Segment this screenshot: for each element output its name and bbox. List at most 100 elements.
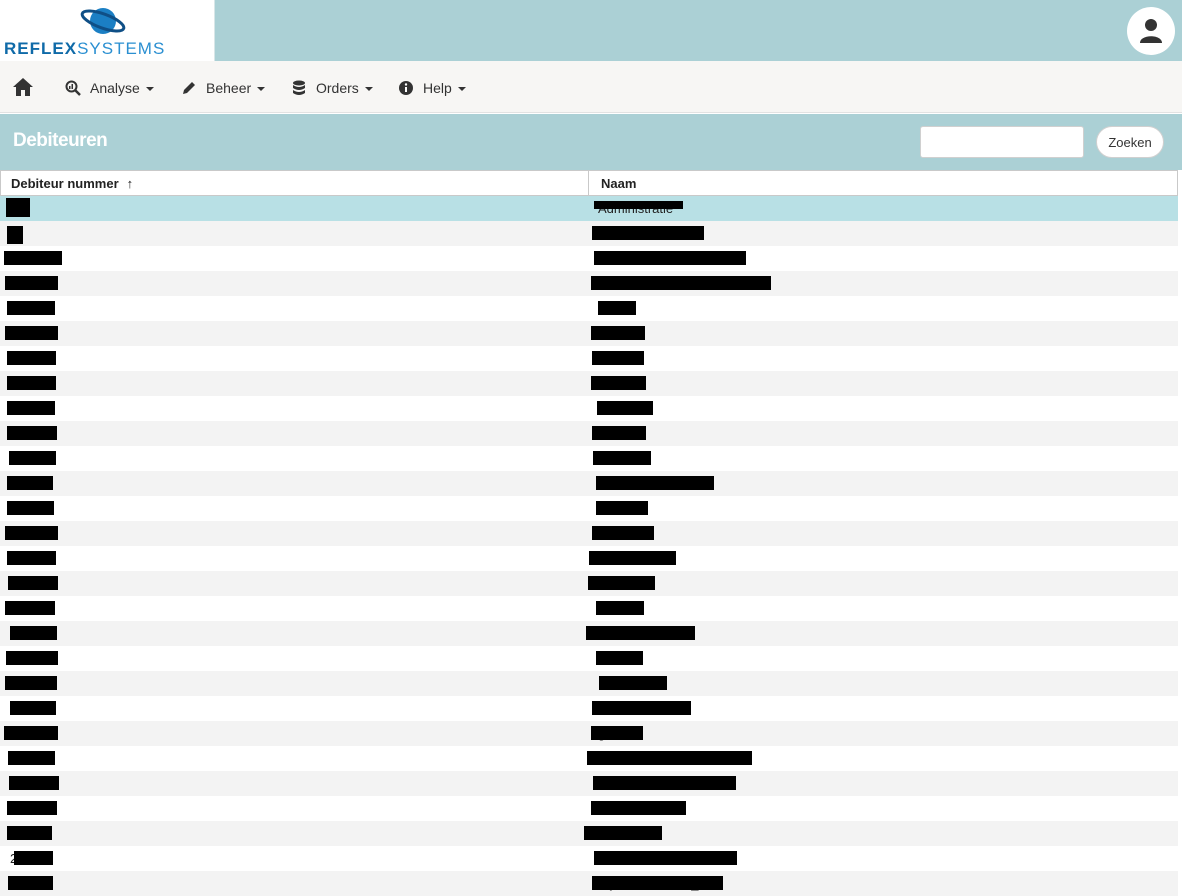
redaction-box <box>598 301 636 315</box>
redaction-box <box>584 826 662 840</box>
table-row[interactable] <box>0 596 1178 621</box>
cell-debiteur-nummer: 27.107 <box>0 746 588 771</box>
page-title: Debiteuren <box>13 130 108 151</box>
table-row[interactable] <box>0 346 1178 371</box>
cell-naam <box>588 321 1178 346</box>
nav-help-label: Help <box>423 80 452 96</box>
cell-debiteur-nummer <box>0 496 588 521</box>
redaction-box <box>594 851 737 865</box>
table-row[interactable]: 27.000 <box>0 371 1178 396</box>
table-row[interactable]: hans12 <box>0 446 1178 471</box>
chevron-down-icon <box>364 87 373 91</box>
cell-debiteur-nummer <box>0 621 588 646</box>
table-header: Debiteur nummer ↑ Naam <box>0 170 1178 196</box>
cell-naam <box>588 696 1178 721</box>
cell-debiteur-nummer <box>0 471 588 496</box>
database-icon <box>290 79 308 97</box>
table-row[interactable]: 27.110 <box>0 821 1178 846</box>
cell-naam: hans14 <box>588 496 1178 521</box>
cell-naam <box>588 296 1178 321</box>
redaction-box <box>7 551 56 565</box>
table-row[interactable] <box>0 621 1178 646</box>
redaction-box <box>7 351 56 365</box>
cell-debiteur-nummer <box>0 321 588 346</box>
redaction-box <box>591 326 645 340</box>
nav-analyse[interactable]: Analyse <box>64 77 154 99</box>
table-row[interactable]: 2 <box>0 846 1178 871</box>
table-row[interactable]: 27.107 <box>0 746 1178 771</box>
cell-debiteur-nummer <box>0 221 588 246</box>
column-header-naam[interactable]: Naam <box>589 171 636 195</box>
cell-debiteur-nummer <box>0 296 588 321</box>
redaction-box <box>587 751 752 765</box>
column-header-debiteur-nummer[interactable]: Debiteur nummer ↑ <box>1 171 589 195</box>
nav-help[interactable]: Help <box>397 77 466 99</box>
redaction-box <box>593 451 651 465</box>
table-row[interactable] <box>0 546 1178 571</box>
redaction-box <box>6 651 58 665</box>
table-row[interactable]: 27.102geordi <box>0 721 1178 746</box>
chevron-down-icon <box>257 87 266 91</box>
table-row[interactable]: hans14 <box>0 496 1178 521</box>
redaction-box <box>7 501 54 515</box>
search-button[interactable]: Zoeken <box>1096 126 1164 158</box>
table-row[interactable] <box>0 671 1178 696</box>
redaction-box <box>9 451 56 465</box>
table-row[interactable]: Administratie <box>0 196 1178 221</box>
user-avatar-button[interactable] <box>1127 7 1175 55</box>
redaction-box <box>6 198 30 217</box>
nav-orders[interactable]: Orders <box>290 77 373 99</box>
cell-naam: Administratie <box>588 196 1178 221</box>
redaction-box <box>7 826 52 840</box>
redaction-box <box>5 601 55 615</box>
logo-globe-icon <box>80 8 126 34</box>
table-row[interactable] <box>0 296 1178 321</box>
redaction-box <box>592 426 646 440</box>
redaction-box <box>593 776 736 790</box>
table-row[interactable] <box>0 271 1178 296</box>
redaction-box <box>596 601 644 615</box>
table-row[interactable]: raymondtest802_1 <box>0 871 1178 896</box>
table-row[interactable] <box>0 396 1178 421</box>
table-row[interactable] <box>0 696 1178 721</box>
cell-naam: hans11 <box>588 421 1178 446</box>
search-input[interactable] <box>920 126 1084 158</box>
table-row[interactable] <box>0 771 1178 796</box>
redaction-box <box>8 876 53 890</box>
table-row[interactable] <box>0 321 1178 346</box>
redaction-box <box>596 476 714 490</box>
redaction-box <box>594 251 746 265</box>
info-icon <box>397 79 415 97</box>
table-row[interactable] <box>0 521 1178 546</box>
cell-naam <box>588 346 1178 371</box>
debiteuren-table: Debiteur nummer ↑ Naam Administratie 27.0… <box>0 170 1178 896</box>
table-row[interactable] <box>0 246 1178 271</box>
cell-debiteur-nummer: 27.102 <box>0 721 588 746</box>
cell-naam <box>588 846 1178 871</box>
redaction-box <box>592 351 644 365</box>
cell-naam <box>588 521 1178 546</box>
table-row[interactable] <box>0 471 1178 496</box>
table-row[interactable] <box>0 646 1178 671</box>
table-row[interactable]: hans11 <box>0 421 1178 446</box>
cell-naam <box>588 371 1178 396</box>
cell-debiteur-nummer <box>0 596 588 621</box>
cell-debiteur-nummer: 27.000 <box>0 371 588 396</box>
redaction-box <box>7 226 23 244</box>
main-navbar: Analyse Beheer Orders Help <box>0 61 1182 113</box>
table-row[interactable]: 27.108 <box>0 796 1178 821</box>
redaction-box <box>5 276 58 290</box>
page-header: Debiteuren Zoeken <box>0 114 1182 170</box>
redaction-box <box>5 526 58 540</box>
table-row[interactable]: 27.083 <box>0 571 1178 596</box>
cell-naam <box>588 471 1178 496</box>
cell-naam <box>588 596 1178 621</box>
table-row[interactable] <box>0 221 1178 246</box>
logo[interactable]: REFLEXSYSTEMS <box>0 0 215 61</box>
cell-naam: geordi <box>588 721 1178 746</box>
redaction-box <box>591 726 643 740</box>
home-button[interactable] <box>12 77 34 99</box>
cell-debiteur-nummer: 27.110 <box>0 821 588 846</box>
nav-beheer[interactable]: Beheer <box>180 77 266 99</box>
cell-debiteur-nummer <box>0 446 588 471</box>
